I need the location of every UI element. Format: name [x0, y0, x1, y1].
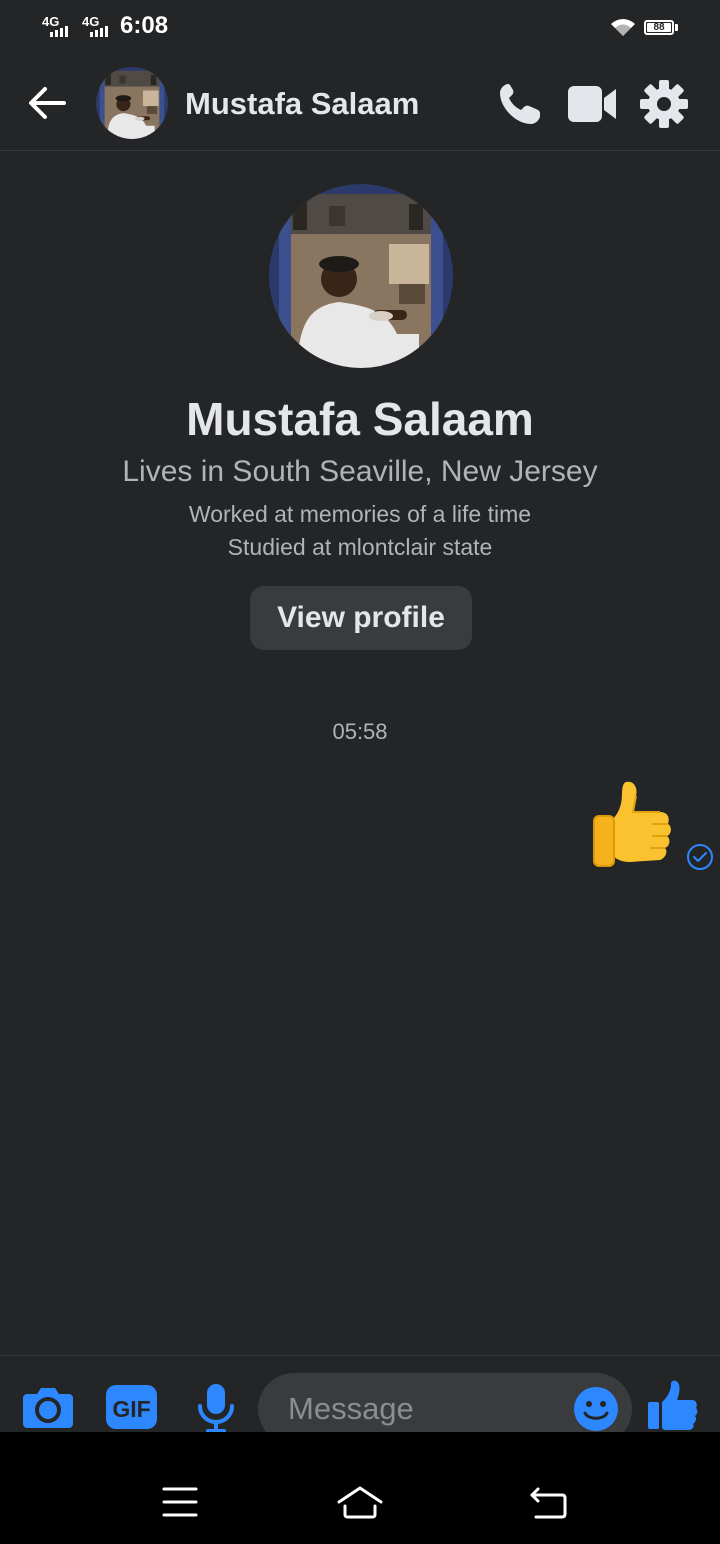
profile-avatar[interactable] — [269, 184, 453, 368]
wifi-icon — [611, 19, 635, 36]
profile-photo — [269, 184, 453, 368]
phone-icon[interactable] — [496, 80, 544, 128]
thumbs-up-sticker[interactable] — [590, 778, 674, 874]
video-camera-icon[interactable] — [566, 83, 618, 125]
profile-work: Worked at memories of a life time — [188, 501, 532, 527]
profile-name: Mustafa Salaam — [186, 393, 534, 445]
system-nav-bar — [0, 1432, 720, 1544]
view-profile-button[interactable]: View profile — [250, 586, 472, 650]
camera-icon[interactable] — [23, 1386, 73, 1428]
contact-name[interactable]: Mustafa Salaam — [185, 86, 419, 122]
signal-icon-2 — [90, 26, 108, 37]
emoji-icon[interactable] — [573, 1386, 619, 1432]
chat-header: Mustafa Salaam — [0, 56, 720, 151]
avatar-photo — [96, 67, 168, 139]
home-icon[interactable] — [336, 1485, 384, 1519]
sent-check-icon — [687, 844, 713, 870]
clock: 6:08 — [120, 12, 169, 39]
back-icon[interactable] — [528, 1487, 568, 1519]
signal-icon-1 — [50, 26, 68, 37]
contact-avatar[interactable] — [96, 67, 168, 139]
battery-icon: 88 — [644, 20, 674, 35]
profile-education: Studied at mlontclair state — [227, 534, 493, 560]
status-bar: 4G 4G 6:08 88 — [0, 0, 720, 56]
gear-icon[interactable] — [639, 79, 689, 129]
message-composer: GIF — [0, 1355, 720, 1445]
message-timestamp: 05:58 — [332, 719, 388, 744]
svg-text:GIF: GIF — [112, 1396, 150, 1422]
menu-icon[interactable] — [162, 1486, 198, 1518]
back-arrow-icon[interactable] — [26, 84, 68, 122]
battery-level: 88 — [653, 21, 665, 33]
microphone-icon[interactable] — [196, 1382, 236, 1434]
profile-location: Lives in South Seaville, New Jersey — [122, 455, 598, 488]
gif-icon[interactable]: GIF — [106, 1385, 157, 1429]
thumbs-up-icon[interactable] — [646, 1380, 698, 1432]
